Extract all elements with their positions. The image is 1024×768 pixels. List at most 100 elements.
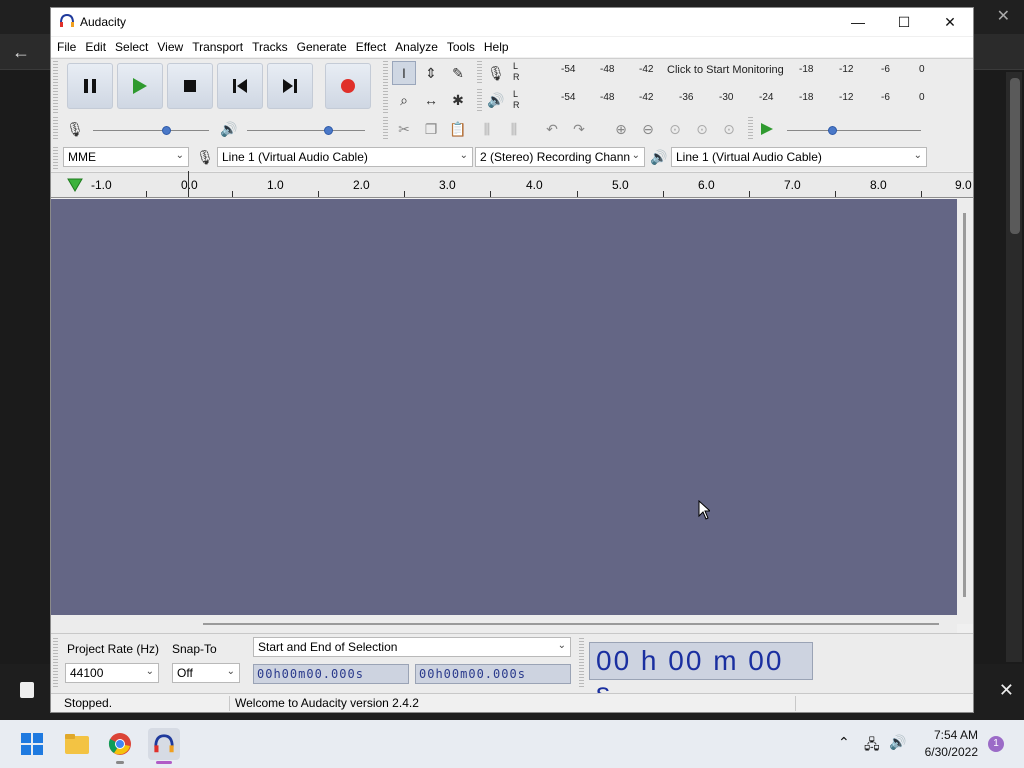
- browser-scrollbar-thumb[interactable]: [1010, 78, 1020, 234]
- record-volume-knob[interactable]: [162, 126, 171, 135]
- ruler-tick: [835, 191, 836, 197]
- file-explorer-button[interactable]: [61, 728, 93, 760]
- record-volume-mic-icon: 🎙: [66, 120, 84, 137]
- timeline-ruler[interactable]: -1.0 0.0 1.0 2.0 3.0 4.0 5.0 6.0 7.0 8.0…: [51, 171, 973, 198]
- clock-date[interactable]: 6/30/2022: [920, 745, 978, 759]
- zoom-out-icon[interactable]: ⊖: [636, 117, 660, 141]
- vertical-scrollbar[interactable]: [957, 199, 973, 624]
- horizontal-scrollbar[interactable]: [51, 615, 957, 633]
- menu-generate[interactable]: Generate: [297, 40, 353, 54]
- selection-toolbar-grip[interactable]: [53, 638, 58, 688]
- trim-icon[interactable]: ⫼: [475, 117, 499, 141]
- active-indicator: [156, 761, 172, 764]
- paste-icon[interactable]: 📋: [446, 117, 470, 141]
- selection-mode-select[interactable]: Start and End of Selection ⌄: [253, 637, 571, 657]
- network-icon[interactable]: 🖧: [864, 734, 880, 758]
- download-bar-close-icon[interactable]: ✕: [999, 680, 1014, 701]
- back-arrow-icon[interactable]: ←: [12, 42, 30, 63]
- menu-edit[interactable]: Edit: [85, 40, 112, 54]
- mixer-toolbar-grip[interactable]: [53, 117, 58, 141]
- silence-icon[interactable]: ⫼: [502, 117, 526, 141]
- play-head-triangle-icon[interactable]: [67, 178, 83, 192]
- volume-icon[interactable]: 🔊: [889, 734, 906, 751]
- timeshift-tool-icon[interactable]: ↔: [419, 88, 443, 112]
- time-toolbar-grip[interactable]: [579, 638, 584, 688]
- click-to-monitor-text[interactable]: Click to Start Monitoring: [667, 64, 784, 76]
- stop-button[interactable]: [167, 63, 213, 109]
- project-rate-select[interactable]: 44100 ⌄: [65, 663, 159, 683]
- browser-close-icon[interactable]: ✕: [997, 6, 1010, 26]
- menu-help[interactable]: Help: [484, 40, 515, 54]
- zoom-in-icon[interactable]: ⊕: [609, 117, 633, 141]
- audio-host-select[interactable]: MME ⌄: [63, 147, 189, 167]
- audacity-taskbar-button[interactable]: [148, 728, 180, 764]
- pause-icon: [84, 79, 96, 93]
- audio-position-time[interactable]: 00 h 00 m 00 s: [589, 642, 813, 708]
- zoom-tool-icon[interactable]: ⌕: [392, 88, 416, 112]
- menu-tools[interactable]: Tools: [447, 40, 481, 54]
- multi-tool-icon[interactable]: ✱: [446, 88, 470, 112]
- chrome-button[interactable]: [104, 728, 136, 764]
- selection-end-time[interactable]: 00h00m00.000s: [415, 664, 571, 684]
- selection-tool-icon[interactable]: I: [392, 61, 416, 85]
- undo-icon[interactable]: ↶: [540, 117, 564, 141]
- skip-to-start-button[interactable]: [217, 63, 263, 109]
- fit-project-icon[interactable]: ⊙: [690, 117, 714, 141]
- clock-time[interactable]: 7:54 AM: [930, 728, 978, 742]
- menu-tracks[interactable]: Tracks: [252, 40, 294, 54]
- fit-selection-icon[interactable]: ⊙: [663, 117, 687, 141]
- zoom-toggle-icon[interactable]: ⊙: [717, 117, 741, 141]
- chevron-down-icon: ⌄: [913, 150, 922, 161]
- playback-device-select[interactable]: Line 1 (Virtual Audio Cable) ⌄: [671, 147, 927, 167]
- play-at-speed-grip[interactable]: [748, 117, 753, 141]
- play-button[interactable]: [117, 63, 163, 109]
- device-toolbar-grip[interactable]: [53, 147, 58, 169]
- envelope-tool-icon[interactable]: ⇕: [419, 61, 443, 85]
- snap-to-select[interactable]: Off ⌄: [172, 663, 240, 683]
- playback-volume-knob[interactable]: [324, 126, 333, 135]
- draw-tool-icon[interactable]: ✎: [446, 61, 470, 85]
- skip-to-end-button[interactable]: [267, 63, 313, 109]
- pause-button[interactable]: [67, 63, 113, 109]
- record-volume-slider[interactable]: [93, 130, 209, 131]
- cut-icon[interactable]: ✂: [392, 117, 416, 141]
- transport-toolbar-grip[interactable]: [53, 61, 58, 113]
- playback-volume-slider[interactable]: [247, 130, 365, 131]
- play-meter-speaker-icon[interactable]: 🔊: [484, 88, 508, 112]
- play-meter[interactable]: LR -54 -48 -42 -36 -30 -24 -18 -12 -6 0: [513, 89, 928, 113]
- copy-icon[interactable]: ❐: [419, 117, 443, 141]
- edit-toolbar-grip[interactable]: [383, 117, 388, 141]
- record-meter[interactable]: LR -54 -48 -42 Click to Start Monitoring…: [513, 61, 928, 85]
- menu-analyze[interactable]: Analyze: [395, 40, 444, 54]
- stop-icon: [184, 80, 196, 92]
- record-meter-mic-icon[interactable]: 🎙: [484, 61, 508, 85]
- play-at-speed-button[interactable]: [755, 117, 779, 141]
- recording-channels-select[interactable]: 2 (Stereo) Recording Chann ⌄: [475, 147, 645, 167]
- redo-icon[interactable]: ↷: [567, 117, 591, 141]
- minimize-button[interactable]: —: [835, 8, 881, 36]
- tools-toolbar-grip[interactable]: [383, 61, 388, 113]
- menu-effect[interactable]: Effect: [356, 40, 392, 54]
- record-meter-grip[interactable]: [477, 61, 482, 85]
- close-button[interactable]: ✕: [927, 8, 973, 36]
- chevron-up-icon[interactable]: ⌃: [838, 734, 850, 751]
- maximize-button[interactable]: ☐: [881, 8, 927, 36]
- ruler-label: 4.0: [526, 178, 543, 192]
- notification-badge[interactable]: 1: [988, 736, 1004, 752]
- play-speed-slider[interactable]: [787, 130, 921, 131]
- track-panel[interactable]: [51, 199, 957, 615]
- menu-transport[interactable]: Transport: [192, 40, 249, 54]
- play-speed-knob[interactable]: [828, 126, 837, 135]
- status-divider: [229, 696, 230, 711]
- menu-file[interactable]: File: [57, 40, 82, 54]
- vertical-scrollbar-thumb[interactable]: [963, 213, 966, 597]
- selection-start-time[interactable]: 00h00m00.000s: [253, 664, 409, 684]
- horizontal-scrollbar-thumb[interactable]: [203, 623, 939, 625]
- start-button[interactable]: [16, 728, 48, 760]
- play-meter-grip[interactable]: [477, 89, 482, 113]
- recording-device-select[interactable]: Line 1 (Virtual Audio Cable) ⌄: [217, 147, 473, 167]
- download-file-icon[interactable]: [20, 682, 34, 698]
- menu-select[interactable]: Select: [115, 40, 154, 54]
- record-button[interactable]: [325, 63, 371, 109]
- menu-view[interactable]: View: [157, 40, 189, 54]
